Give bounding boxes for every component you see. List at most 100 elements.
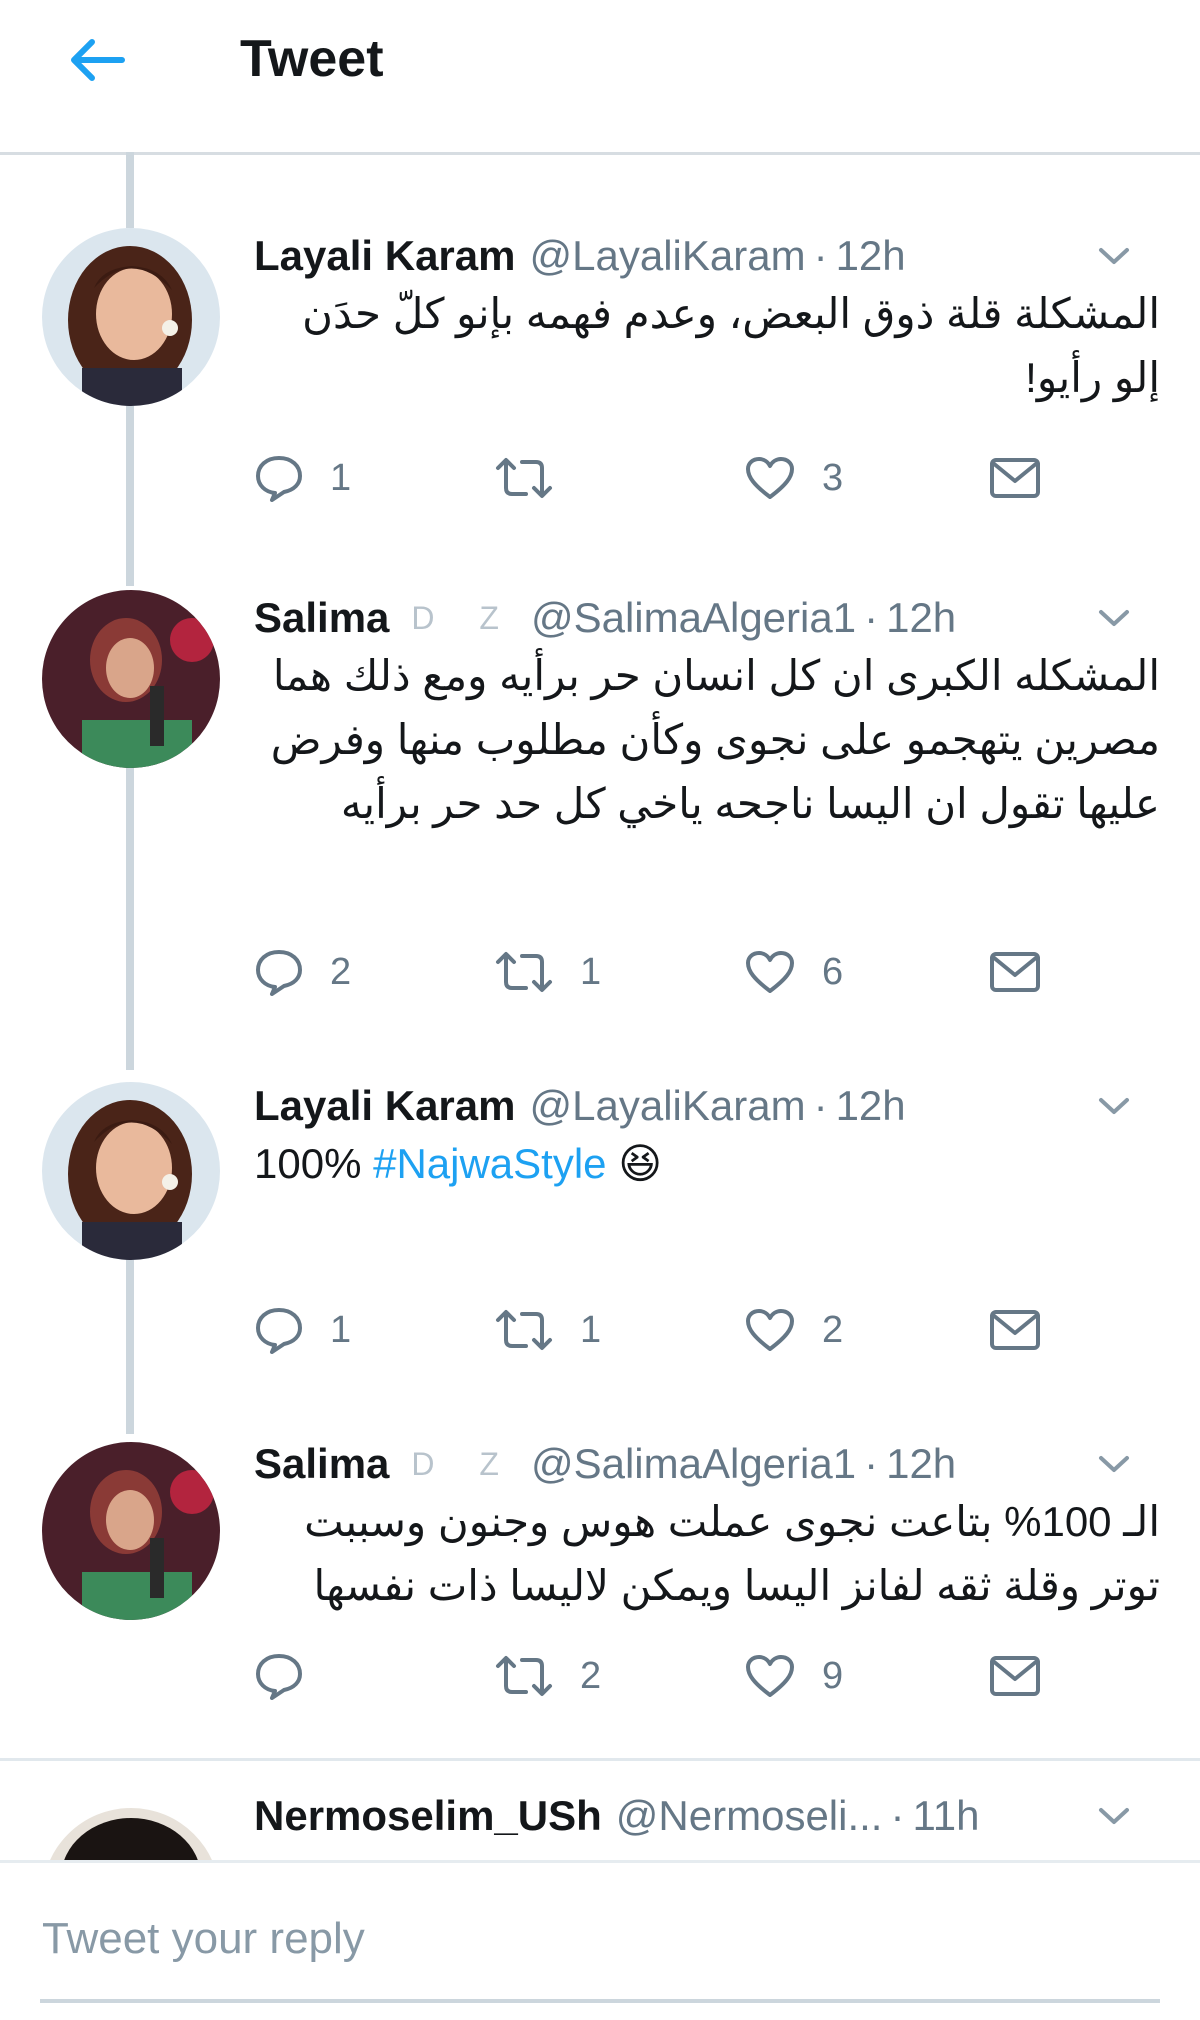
reply-count: 1	[330, 1308, 352, 1351]
retweet-button[interactable]: 1	[494, 942, 601, 1002]
reply-button[interactable]	[254, 1646, 330, 1706]
reply-button[interactable]: 1	[254, 1300, 351, 1360]
display-name[interactable]: Layali Karam	[254, 1076, 515, 1136]
heart-icon	[746, 457, 794, 499]
envelope-icon	[990, 458, 1040, 498]
chevron-down-icon	[1099, 248, 1129, 264]
retweet-icon	[496, 458, 552, 498]
timestamp[interactable]: 11h	[912, 1786, 979, 1846]
user-handle[interactable]: @Nermoseli...	[616, 1786, 883, 1846]
timestamp[interactable]: 12h	[886, 1434, 956, 1494]
tweet-text: الـ 100% بتاعت نجوى عملت هوس وجنون وسببت…	[304, 1498, 1160, 1609]
chevron-down-icon	[1099, 1098, 1129, 1114]
separator-dot: ·	[864, 594, 879, 641]
user-handle[interactable]: @LayaliKaram	[529, 1076, 805, 1136]
envelope-icon	[990, 952, 1040, 992]
tweet-header: Salima D Z @SalimaAlgeria1 · 12h	[254, 1434, 1140, 1494]
chevron-down-icon	[1099, 610, 1129, 626]
like-button[interactable]: 9	[744, 1646, 843, 1706]
section-divider	[0, 1758, 1200, 1761]
like-button[interactable]: 3	[744, 448, 843, 508]
tweet-text: 100% #NajwaStyle 😆	[254, 1132, 1160, 1196]
avatar[interactable]	[42, 1082, 220, 1260]
tweet-text-content: 100%	[254, 1140, 362, 1187]
more-options-button[interactable]	[1088, 1438, 1140, 1490]
user-handle[interactable]: @LayaliKaram	[529, 226, 805, 286]
tweet[interactable]: Salima D Z @SalimaAlgeria1 · 12h المشكله…	[0, 582, 1200, 1052]
reply-icon	[256, 456, 302, 502]
tweet-header: Layali Karam @LayaliKaram · 12h	[254, 1076, 1140, 1136]
display-name[interactable]: Layali Karam	[254, 226, 515, 286]
reply-count: 1	[330, 456, 352, 499]
tweet[interactable]: Layali Karam @LayaliKaram · 12h 100% #Na…	[0, 1066, 1200, 1386]
retweet-icon	[496, 952, 552, 992]
avatar[interactable]	[42, 1442, 220, 1620]
timestamp[interactable]: 12h	[836, 1076, 906, 1136]
tweet[interactable]: Salima D Z @SalimaAlgeria1 · 12h الـ 100…	[0, 1428, 1200, 1728]
top-bar: Tweet	[0, 0, 1200, 155]
avatar[interactable]	[42, 228, 220, 406]
profile-badges: D Z	[411, 1446, 517, 1482]
separator-dot: ·	[813, 232, 828, 279]
like-count: 6	[822, 950, 844, 993]
timestamp[interactable]: 12h	[886, 588, 956, 648]
display-name[interactable]: Nermoselim_USh	[254, 1786, 602, 1846]
reply-icon	[256, 950, 302, 996]
reply-input[interactable]	[40, 1901, 1164, 1977]
tweet-actions: 1 1 2	[254, 1300, 1114, 1360]
like-button[interactable]: 6	[744, 942, 843, 1002]
retweet-button[interactable]: 2	[494, 1646, 601, 1706]
like-button[interactable]: 2	[744, 1300, 843, 1360]
arrow-left-icon	[71, 39, 125, 81]
page-title: Tweet	[240, 30, 384, 88]
heart-icon	[746, 1655, 794, 1697]
heart-icon	[746, 1309, 794, 1351]
reply-icon	[256, 1308, 302, 1354]
direct-message-button[interactable]	[989, 1300, 1041, 1360]
retweet-count: 2	[580, 1654, 602, 1697]
tweet-actions: 2 9	[254, 1646, 1114, 1706]
back-button[interactable]	[60, 30, 132, 90]
tweet-actions: 1 3	[254, 448, 1114, 508]
direct-message-button[interactable]	[989, 448, 1041, 508]
chevron-down-icon	[1099, 1456, 1129, 1472]
tweet-header: Nermoselim_USh @Nermoseli... · 11h	[254, 1786, 1140, 1846]
tweet-header: Layali Karam @LayaliKaram · 12h	[254, 226, 1140, 286]
avatar[interactable]	[42, 590, 220, 768]
direct-message-button[interactable]	[989, 942, 1041, 1002]
tweet-text: المشكله الكبرى ان كل انسان حر برأيه ومع …	[270, 652, 1160, 827]
timestamp[interactable]: 12h	[836, 226, 906, 286]
retweet-button[interactable]: 1	[494, 1300, 601, 1360]
direct-message-button[interactable]	[989, 1646, 1041, 1706]
tweet-text: المشكلة قلة ذوق البعض، وعدم فهمه بإنو كل…	[302, 290, 1160, 401]
separator-dot: ·	[864, 1440, 879, 1487]
display-name[interactable]: Salima	[254, 1434, 389, 1494]
laughing-emoji-icon: 😆	[618, 1140, 663, 1187]
envelope-icon	[990, 1656, 1040, 1696]
retweet-count: 1	[580, 950, 602, 993]
user-handle[interactable]: @SalimaAlgeria1	[531, 588, 856, 648]
tweet-header: Salima D Z @SalimaAlgeria1 · 12h	[254, 588, 1140, 648]
more-options-button[interactable]	[1088, 592, 1140, 644]
retweet-button[interactable]	[494, 448, 580, 508]
reply-button[interactable]: 1	[254, 448, 351, 508]
reply-icon	[256, 1654, 302, 1700]
like-count: 9	[822, 1654, 844, 1697]
like-count: 2	[822, 1308, 844, 1351]
more-options-button[interactable]	[1088, 1790, 1140, 1842]
more-options-button[interactable]	[1088, 230, 1140, 282]
retweet-icon	[496, 1310, 552, 1350]
reply-composer	[0, 1860, 1200, 2020]
tweet[interactable]: Layali Karam @LayaliKaram · 12h المشكلة …	[0, 216, 1200, 576]
more-options-button[interactable]	[1088, 1080, 1140, 1132]
reply-count: 2	[330, 950, 352, 993]
reply-input-underline	[40, 1999, 1160, 2003]
avatar[interactable]	[42, 1808, 220, 1860]
user-handle[interactable]: @SalimaAlgeria1	[531, 1434, 856, 1494]
hashtag-link[interactable]: #NajwaStyle	[373, 1140, 606, 1187]
profile-badges: D Z	[411, 600, 517, 636]
tweet-actions: 2 1 6	[254, 942, 1114, 1002]
display-name[interactable]: Salima	[254, 588, 389, 648]
tweet[interactable]: Nermoselim_USh @Nermoseli... · 11h	[0, 1786, 1200, 1860]
reply-button[interactable]: 2	[254, 942, 351, 1002]
